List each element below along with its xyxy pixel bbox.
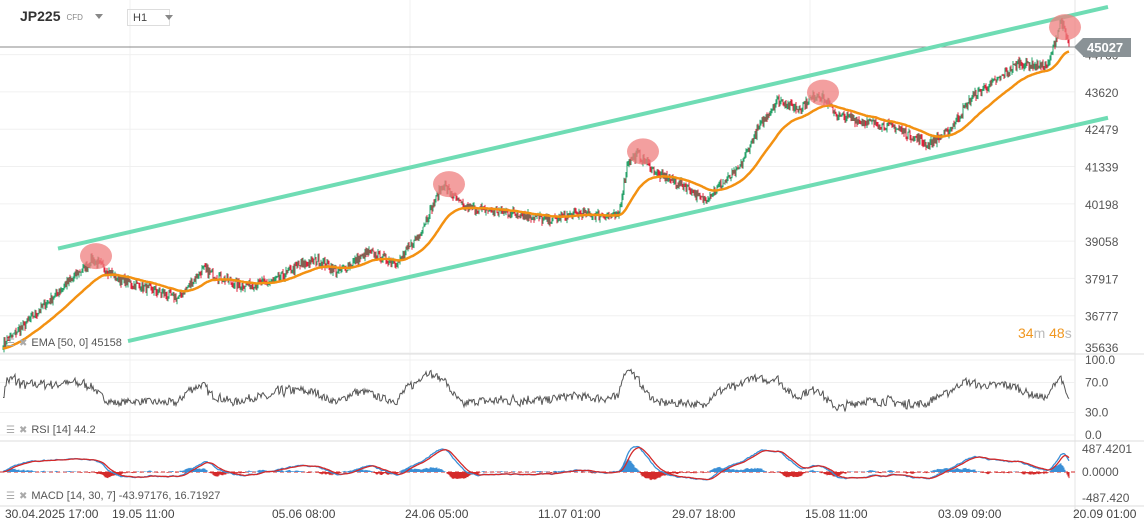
- candle-countdown: 34m 48s: [1018, 325, 1072, 341]
- rsi-tick: 30.0: [1085, 406, 1109, 420]
- ema-line: [2, 50, 1070, 350]
- rsi-tick: 100.0: [1085, 353, 1115, 367]
- symbol-type: CFD: [66, 13, 83, 22]
- close-icon[interactable]: ✖: [19, 491, 27, 502]
- macd-tick: 0.0000: [1082, 465, 1119, 479]
- close-icon[interactable]: ✖: [19, 425, 27, 436]
- time-label: 05.06 08:00: [272, 507, 336, 521]
- price-tick: 36777: [1085, 310, 1119, 324]
- rsi-line: [3, 368, 1070, 412]
- macd-tick: -487.420: [1082, 491, 1130, 505]
- countdown-unit-s: s: [1064, 325, 1072, 341]
- ema-label: EMA [50, 0] 45158: [31, 337, 122, 349]
- rsi-legend: ☰ ✖ RSI [14] 44.2: [6, 424, 96, 436]
- peak-highlight: [433, 171, 465, 198]
- countdown-seconds: 48: [1049, 325, 1065, 341]
- macd-signal-line: [2, 446, 1070, 481]
- price-tick: 41339: [1085, 161, 1119, 175]
- price-tick: 43620: [1085, 86, 1119, 100]
- countdown-minutes: 34: [1018, 325, 1034, 341]
- settings-icon[interactable]: ☰: [6, 338, 15, 349]
- countdown-unit-m: m: [1033, 325, 1046, 341]
- timeframe-select[interactable]: H1: [127, 9, 174, 26]
- peak-highlight: [627, 138, 659, 165]
- price-tick: 42479: [1085, 123, 1119, 137]
- price-tick: 40198: [1085, 198, 1119, 212]
- macd-label: MACD [14, 30, 7] -43.97176, 16.71927: [31, 490, 221, 502]
- macd-legend: ☰ ✖ MACD [14, 30, 7] -43.97176, 16.71927: [6, 490, 220, 502]
- time-label: 20.09 01:00: [1073, 507, 1137, 521]
- time-label: 24.06 05:00: [405, 507, 469, 521]
- channel-lower-line: [127, 115, 1109, 344]
- time-label: 19.05 11:00: [112, 507, 175, 521]
- chevron-down-icon: [165, 15, 174, 20]
- settings-icon[interactable]: ☰: [6, 491, 15, 502]
- peak-highlight: [1049, 14, 1081, 41]
- rsi-tick: 70.0: [1085, 376, 1109, 390]
- price-tick: 37917: [1085, 272, 1119, 286]
- price-chart[interactable]: 4476043620424794133940198390583791736777…: [0, 0, 1144, 530]
- time-label: 03.09 09:00: [938, 507, 1002, 521]
- rsi-tick: 0.0: [1085, 428, 1102, 442]
- ema-legend: ☰ ✖ EMA [50, 0] 45158: [6, 337, 122, 349]
- macd-tick: 487.4201: [1082, 442, 1132, 456]
- peak-highlight: [807, 79, 839, 106]
- symbol-selector[interactable]: JP225 CFD: [20, 8, 103, 24]
- time-label: 30.04.2025 17:00: [5, 507, 99, 521]
- settings-icon[interactable]: ☰: [6, 425, 15, 436]
- time-label: 15.08 11:00: [805, 507, 868, 521]
- price-tick: 39058: [1085, 235, 1119, 249]
- chevron-down-icon: [94, 13, 103, 19]
- close-icon[interactable]: ✖: [19, 338, 27, 349]
- timeframe-value: H1: [133, 11, 148, 24]
- peak-highlight: [80, 243, 112, 270]
- current-price-tag: 45027: [1074, 38, 1131, 57]
- time-label: 11.07 01:00: [538, 507, 601, 521]
- rsi-label: RSI [14] 44.2: [31, 424, 96, 436]
- symbol-name: JP225: [20, 8, 61, 24]
- time-label: 29.07 18:00: [672, 507, 736, 521]
